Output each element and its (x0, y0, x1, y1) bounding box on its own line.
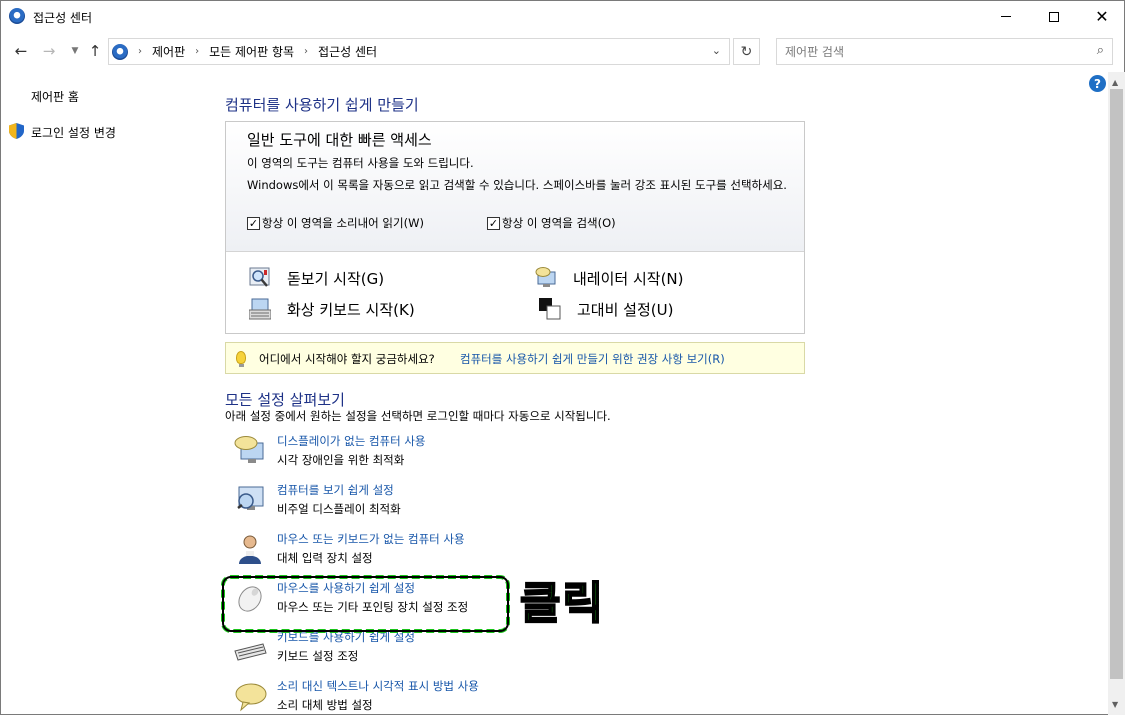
forward-arrow-icon[interactable]: → (39, 41, 59, 61)
title-bar: 접근성 센터 ✕ (1, 1, 1124, 32)
maximize-icon (1049, 11, 1059, 22)
set-high-contrast-link[interactable]: 고대비 설정(U) (539, 298, 673, 320)
change-login-settings-link[interactable]: 로그인 설정 변경 (31, 124, 116, 141)
setting-title[interactable]: 컴퓨터를 보기 쉽게 설정 (277, 482, 394, 498)
onscreen-keyboard-icon (249, 298, 271, 320)
scrollbar-thumb[interactable] (1110, 89, 1123, 679)
set-high-contrast-label: 고대비 설정(U) (577, 300, 674, 319)
checkbox-checked-icon[interactable]: ✓ (487, 216, 500, 230)
quick-access-title: 일반 도구에 대한 빠른 액세스 (247, 131, 432, 149)
start-onscreen-keyboard-link[interactable]: 화상 키보드 시작(K) (249, 298, 415, 320)
scroll-down-icon[interactable]: ▼ (1112, 700, 1118, 709)
narrator-icon (535, 267, 556, 287)
read-aloud-checkbox[interactable]: ✓ 항상 이 영역을 소리내어 읽기(W) (247, 215, 424, 231)
quick-access-header: 일반 도구에 대한 빠른 액세스 이 영역의 도구는 컴퓨터 사용을 도와 드립… (226, 122, 804, 252)
start-onscreen-keyboard-label: 화상 키보드 시작(K) (287, 300, 415, 319)
up-arrow-icon[interactable]: ↑ (85, 41, 105, 61)
left-pane: 제어판 홈 로그인 설정 변경 (1, 72, 216, 712)
keyboard-icon (234, 643, 267, 661)
search-icon[interactable]: ⌕ (1097, 43, 1104, 58)
high-contrast-icon (539, 298, 561, 320)
setting-description: 소리 대체 방법 설정 (277, 698, 373, 712)
checkbox-checked-icon[interactable]: ✓ (247, 216, 260, 230)
scroll-up-icon[interactable]: ▲ (1112, 78, 1118, 87)
setting-title[interactable]: 디스플레이가 없는 컴퓨터 사용 (277, 433, 426, 449)
maximize-button[interactable] (1031, 1, 1077, 32)
lightbulb-icon (236, 351, 246, 367)
refresh-icon: ↻ (740, 43, 753, 60)
click-annotation-label: 클릭 (519, 577, 605, 630)
back-arrow-icon[interactable]: ← (11, 41, 31, 61)
close-button[interactable]: ✕ (1079, 1, 1125, 32)
setting-no-mouse-keyboard[interactable]: 마우스 또는 키보드가 없는 컴퓨터 사용 대체 입력 장치 설정 (233, 531, 813, 571)
page-title: 컴퓨터를 사용하기 쉽게 만들기 (225, 96, 419, 114)
setting-title[interactable]: 소리 대신 텍스트나 시각적 표시 방법 사용 (277, 678, 479, 694)
person-icon (239, 535, 261, 564)
explore-settings-heading: 모든 설정 살펴보기 (225, 391, 345, 409)
breadcrumb-chevron-icon[interactable]: › (304, 46, 308, 57)
search-input[interactable] (785, 43, 1075, 61)
speech-monitor-icon (234, 436, 264, 463)
quick-access-panel: 일반 도구에 대한 빠른 액세스 이 영역의 도구는 컴퓨터 사용을 도와 드립… (225, 121, 805, 334)
auto-scan-checkbox[interactable]: ✓ 항상 이 영역을 검색(O) (487, 215, 616, 231)
refresh-button[interactable]: ↻ (733, 38, 760, 65)
window-title: 접근성 센터 (33, 11, 93, 25)
minimize-button[interactable] (983, 1, 1029, 32)
control-panel-home-link[interactable]: 제어판 홈 (31, 88, 79, 105)
start-narrator-label: 내레이터 시작(N) (573, 269, 684, 288)
tip-bar: 어디에서 시작해야 할지 궁금하세요? 컴퓨터를 사용하기 쉽게 만들기 위한 … (225, 342, 805, 374)
minimize-icon (1001, 16, 1011, 17)
recent-locations-chevron-icon[interactable]: ▼ (65, 41, 85, 61)
start-magnifier-link[interactable]: 돋보기 시작(G) (249, 267, 384, 289)
click-highlight-box (221, 575, 510, 633)
breadcrumb-chevron-icon[interactable]: › (138, 46, 142, 57)
auto-scan-label: 항상 이 영역을 검색(O) (502, 216, 616, 230)
setting-description: 비주얼 디스플레이 최적화 (277, 502, 401, 516)
close-icon: ✕ (1095, 6, 1109, 26)
setting-visual-alternatives[interactable]: 소리 대신 텍스트나 시각적 표시 방법 사용 소리 대체 방법 설정 (233, 678, 813, 715)
setting-no-display[interactable]: 디스플레이가 없는 컴퓨터 사용 시각 장애인을 위한 최적화 (233, 433, 813, 473)
setting-description: 키보드 설정 조정 (277, 649, 359, 663)
setting-title[interactable]: 마우스 또는 키보드가 없는 컴퓨터 사용 (277, 531, 465, 547)
vertical-scrollbar[interactable]: ▲ ▼ (1108, 72, 1125, 715)
breadcrumb-control-panel[interactable]: 제어판 (152, 43, 185, 60)
navigation-bar: ← → ▼ ↑ › 제어판 › 모든 제어판 항목 › 접근성 센터 ⌄ ↻ ⌕ (1, 32, 1124, 72)
setting-easier-to-see[interactable]: 컴퓨터를 보기 쉽게 설정 비주얼 디스플레이 최적화 (233, 482, 813, 522)
speech-bubble-icon (235, 683, 267, 712)
control-panel-window: 접근성 센터 ✕ ← → ▼ ↑ › 제어판 › 모든 제어판 항목 › 접근성… (0, 0, 1125, 715)
breadcrumb-ease-of-access[interactable]: 접근성 센터 (318, 43, 377, 60)
magnifier-icon (249, 267, 270, 287)
start-narrator-link[interactable]: 내레이터 시작(N) (535, 267, 684, 289)
shield-icon (9, 123, 24, 139)
recommendations-link[interactable]: 컴퓨터를 사용하기 쉽게 만들기 위한 권장 사항 보기(R) (460, 351, 725, 367)
breadcrumb-chevron-icon[interactable]: › (195, 46, 199, 57)
breadcrumb-all-items[interactable]: 모든 제어판 항목 (209, 43, 294, 60)
setting-description: 대체 입력 장치 설정 (277, 551, 373, 565)
search-box[interactable]: ⌕ (776, 38, 1113, 65)
setting-keyboard-easier[interactable]: 키보드를 사용하기 쉽게 설정 키보드 설정 조정 (233, 629, 813, 669)
quick-access-description: 이 영역의 도구는 컴퓨터 사용을 도와 드립니다. (247, 156, 474, 170)
quick-access-instructions: Windows에서 이 목록을 자동으로 읽고 검색할 수 있습니다. 스페이스… (247, 178, 787, 192)
explore-settings-description: 아래 설정 중에서 원하는 설정을 선택하면 로그인할 때마다 자동으로 시작됩… (225, 409, 611, 423)
tip-question: 어디에서 시작해야 할지 궁금하세요? (259, 352, 435, 366)
address-bar[interactable]: › 제어판 › 모든 제어판 항목 › 접근성 센터 ⌄ (108, 38, 730, 65)
read-aloud-label: 항상 이 영역을 소리내어 읽기(W) (262, 216, 424, 230)
monitor-magnifier-icon (237, 486, 264, 510)
setting-description: 시각 장애인을 위한 최적화 (277, 453, 405, 467)
chevron-down-icon[interactable]: ⌄ (712, 44, 721, 57)
start-magnifier-label: 돋보기 시작(G) (287, 269, 385, 288)
control-panel-icon (112, 43, 128, 60)
ease-of-access-icon (9, 8, 25, 24)
help-icon[interactable]: ? (1089, 75, 1106, 92)
